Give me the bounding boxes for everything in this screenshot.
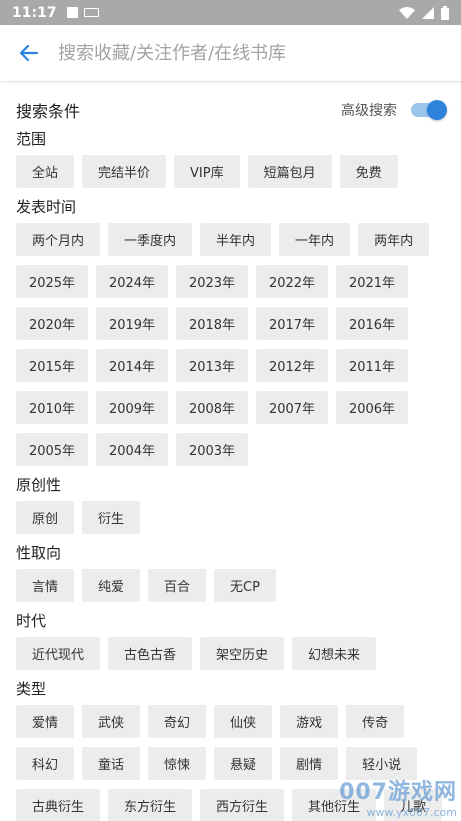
arrow-left-icon xyxy=(19,44,39,62)
notification-a-icon xyxy=(66,7,78,18)
filter-chip[interactable]: 架空历史 xyxy=(200,637,285,670)
filter-chip[interactable]: 完结半价 xyxy=(82,155,167,188)
advanced-search: 高级搜索 xyxy=(341,100,447,120)
filter-chip[interactable]: 原创 xyxy=(16,501,75,534)
filter-chip[interactable]: 剧情 xyxy=(280,747,339,780)
filter-chip[interactable]: 近代现代 xyxy=(16,637,101,670)
section-label-genre: 类型 xyxy=(16,680,47,698)
filter-chip[interactable]: 古色古香 xyxy=(108,637,193,670)
toolbar xyxy=(0,25,461,82)
status-time: 11:17 xyxy=(12,4,57,21)
year-chip[interactable]: 2003年 xyxy=(176,433,248,466)
filter-chip[interactable]: 悬疑 xyxy=(214,747,273,780)
year-chip[interactable]: 2025年 xyxy=(16,265,88,298)
filter-chip[interactable]: 一年内 xyxy=(279,223,351,256)
filter-chip[interactable]: 百合 xyxy=(148,569,207,602)
conditions-header: 搜索条件 高级搜索 xyxy=(16,100,447,121)
genre-options: 爱情 武侠 奇幻 仙侠 游戏 传奇 科幻 童话 惊悚 悬疑 剧情 轻小说 古典衍… xyxy=(16,705,445,821)
filter-chip[interactable]: 古典衍生 xyxy=(16,789,101,821)
filter-chip[interactable]: 轻小说 xyxy=(346,747,418,780)
filter-chip[interactable]: 两年内 xyxy=(358,223,430,256)
year-chip[interactable]: 2004年 xyxy=(96,433,168,466)
year-chip[interactable]: 2009年 xyxy=(96,391,168,424)
year-chip[interactable]: 2006年 xyxy=(336,391,408,424)
keyboard-icon xyxy=(83,8,99,17)
scope-options: 全站 完结半价 VIP库 短篇包月 免费 xyxy=(16,155,445,188)
year-chip[interactable]: 2021年 xyxy=(336,265,408,298)
year-chip[interactable]: 2017年 xyxy=(256,307,328,340)
year-chip[interactable]: 2020年 xyxy=(16,307,88,340)
originality-options: 原创 衍生 xyxy=(16,501,445,534)
signal-icon xyxy=(422,6,434,19)
year-chip[interactable]: 2010年 xyxy=(16,391,88,424)
filter-chip[interactable]: 短篇包月 xyxy=(247,155,332,188)
section-label-orientation: 性取向 xyxy=(16,544,62,562)
filter-chip[interactable]: 惊悚 xyxy=(148,747,207,780)
filter-chip[interactable]: 言情 xyxy=(16,569,75,602)
section-label-era: 时代 xyxy=(16,612,47,630)
advanced-search-toggle[interactable] xyxy=(411,100,447,120)
status-bar: 11:17 xyxy=(0,0,461,25)
filter-chip[interactable]: 两个月内 xyxy=(16,223,101,256)
filter-chip[interactable]: VIP库 xyxy=(174,155,240,188)
filter-chip[interactable]: 西方衍生 xyxy=(200,789,285,821)
filter-chip[interactable]: 纯爱 xyxy=(82,569,141,602)
year-chip[interactable]: 2024年 xyxy=(96,265,168,298)
filter-chip[interactable]: 奇幻 xyxy=(148,705,207,738)
year-chip[interactable]: 2016年 xyxy=(336,307,408,340)
section-label-originality: 原创性 xyxy=(16,476,62,494)
filter-chip[interactable]: 东方衍生 xyxy=(108,789,193,821)
back-button[interactable] xyxy=(0,25,58,82)
year-chip[interactable]: 2023年 xyxy=(176,265,248,298)
year-chip[interactable]: 2019年 xyxy=(96,307,168,340)
year-chip[interactable]: 2005年 xyxy=(16,433,88,466)
filter-chip[interactable]: 其他衍生 xyxy=(292,789,377,821)
wifi-icon xyxy=(399,6,415,19)
filter-chip[interactable]: 科幻 xyxy=(16,747,75,780)
filter-chip[interactable]: 幻想未来 xyxy=(292,637,377,670)
section-label-scope: 范围 xyxy=(16,130,47,148)
filter-chip[interactable]: 仙侠 xyxy=(214,705,273,738)
filter-chip[interactable]: 半年内 xyxy=(200,223,272,256)
era-options: 近代现代 古色古香 架空历史 幻想未来 xyxy=(16,637,445,670)
filter-chip[interactable]: 无CP xyxy=(214,569,276,602)
year-chip[interactable]: 2013年 xyxy=(176,349,248,382)
filter-chip[interactable]: 游戏 xyxy=(280,705,339,738)
year-chip[interactable]: 2022年 xyxy=(256,265,328,298)
orientation-options: 言情 纯爱 百合 无CP xyxy=(16,569,445,602)
year-chip[interactable]: 2008年 xyxy=(176,391,248,424)
advanced-search-label: 高级搜索 xyxy=(341,103,397,119)
section-label-publish-time: 发表时间 xyxy=(16,198,77,216)
filter-chip[interactable]: 衍生 xyxy=(82,501,141,534)
filter-chip[interactable]: 童话 xyxy=(82,747,141,780)
year-chip[interactable]: 2007年 xyxy=(256,391,328,424)
year-chip[interactable]: 2011年 xyxy=(336,349,408,382)
filter-chip[interactable]: 传奇 xyxy=(346,705,405,738)
publish-time-options: 两个月内 一季度内 半年内 一年内 两年内 2025年 2024年 2023年 … xyxy=(16,223,445,466)
toggle-thumb xyxy=(427,100,447,120)
year-chip[interactable]: 2018年 xyxy=(176,307,248,340)
search-conditions-panel: 搜索条件 高级搜索 范围 全站 完结半价 VIP库 短篇包月 免费 发表时间 两… xyxy=(0,100,461,821)
conditions-title: 搜索条件 xyxy=(16,102,81,121)
filter-chip[interactable]: 爱情 xyxy=(16,705,75,738)
filter-chip[interactable]: 一季度内 xyxy=(108,223,193,256)
battery-icon xyxy=(441,5,449,20)
year-chip[interactable]: 2012年 xyxy=(256,349,328,382)
filter-chip[interactable]: 儿歌 xyxy=(384,789,443,821)
year-chip[interactable]: 2014年 xyxy=(96,349,168,382)
year-chip[interactable]: 2015年 xyxy=(16,349,88,382)
filter-chip[interactable]: 武侠 xyxy=(82,705,141,738)
filter-chip[interactable]: 免费 xyxy=(339,155,398,188)
search-input[interactable] xyxy=(58,42,418,64)
filter-chip[interactable]: 全站 xyxy=(16,155,75,188)
